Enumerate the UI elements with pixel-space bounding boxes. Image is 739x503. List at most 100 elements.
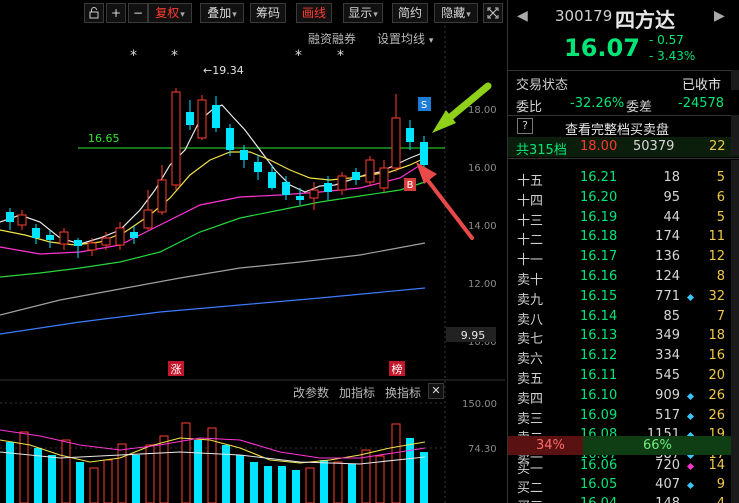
buy-row[interactable]: 买三16.041484 [508, 494, 739, 503]
volume-bar [278, 466, 286, 503]
status-row: 交易状态 已收市 [516, 78, 722, 93]
display-button[interactable]: 显示▾ [343, 3, 383, 23]
next-stock-icon[interactable]: ▶ [714, 8, 725, 24]
volume-bar [375, 455, 385, 503]
full-book-link: 查看完整档买卖盘 [565, 123, 670, 138]
sell-row[interactable]: 十二 16.18 174 11 [508, 227, 739, 248]
candle-body [115, 227, 125, 246]
volume-bar [420, 452, 428, 503]
order-dot-icon [686, 412, 695, 420]
set-ma-link[interactable]: 设置均线 ▾ [377, 30, 433, 47]
vol-tick: 150.00 [462, 399, 497, 410]
edit-params-link[interactable]: 改参数 [293, 384, 329, 401]
plus-icon[interactable]: + [106, 3, 126, 23]
volume-bar [117, 443, 127, 503]
order-dot-icon [686, 462, 695, 471]
close-icon[interactable]: ✕ [428, 383, 444, 399]
volume-bar [181, 422, 191, 503]
last-price: 16.07 [564, 34, 640, 62]
y-tick: 16.00 [468, 163, 497, 174]
sell-row[interactable]: 十五 16.21 18 5 [508, 168, 739, 189]
kline-chart[interactable]: * * * * ←19.34 16.65 18.00 16.00 14.00 1… [0, 26, 505, 503]
sell-row[interactable]: 卖六 16.12 334 16 [508, 346, 739, 367]
quote-panel: ◀ 300179 四方达 ▶ 16.07 - 0.57 - 3.43% 交易状态… [507, 0, 739, 503]
sell-row[interactable]: 卖十 16.16 124 8 [508, 267, 739, 288]
sell-row[interactable]: 卖四 16.10 909 26 [508, 386, 739, 407]
candle-body [157, 179, 167, 213]
volume-bar [61, 439, 71, 503]
marker-star: * [130, 48, 137, 64]
candle-body [212, 105, 220, 128]
volume-bar [305, 467, 315, 503]
volume-bar [391, 423, 401, 503]
sell-row[interactable]: 十三 16.19 44 5 [508, 208, 739, 229]
candle-body [379, 167, 389, 189]
sell-row[interactable]: 卖五 16.11 545 20 [508, 366, 739, 387]
volume-bar [264, 466, 272, 503]
volume-bar [19, 431, 29, 503]
marker-star: * [337, 48, 344, 64]
candle-body [46, 235, 54, 240]
full-book-row[interactable]: ? 查看完整档买卖盘 [508, 117, 739, 138]
fuquan-button[interactable]: 复权▾ [148, 3, 192, 23]
help-icon: ? [517, 118, 533, 134]
candle-body [143, 209, 153, 229]
volume-bar [89, 467, 99, 503]
s-badge: S [421, 100, 427, 111]
buy-row[interactable]: 买一 16.06 720 14 [508, 456, 739, 477]
candle-body [130, 232, 138, 238]
candle-body [268, 172, 276, 188]
ma-blue [0, 287, 426, 335]
candle-body [17, 214, 27, 226]
candle-body [309, 189, 319, 199]
volume-bar [132, 455, 140, 503]
add-indicator-link[interactable]: 加指标 [339, 384, 375, 401]
marker-star: * [171, 48, 178, 64]
minus-icon[interactable]: − [128, 3, 148, 23]
prev-stock-icon[interactable]: ◀ [517, 8, 528, 24]
hide-button[interactable]: 隐藏▾ [434, 3, 478, 23]
buy-row[interactable]: 买二 16.05 407 9 [508, 475, 739, 496]
total-row: 共315档 18.00 50379 22 [508, 137, 739, 158]
sell-row[interactable]: 十一 16.17 136 12 [508, 247, 739, 268]
sell-row[interactable]: 卖三 16.09 517 26 [508, 406, 739, 427]
simple-button[interactable]: 简约 [392, 3, 428, 23]
sell-row[interactable]: 十四 16.20 95 6 [508, 188, 739, 209]
chips-button[interactable]: 筹码 [250, 3, 286, 23]
candle-body [87, 242, 97, 251]
ma-lines [0, 104, 426, 335]
y-tick: 18.00 [468, 105, 497, 116]
marker-star: * [295, 48, 302, 64]
candle-body [420, 142, 428, 165]
volume-bar [320, 460, 328, 503]
lock-icon[interactable] [84, 3, 104, 23]
sell-row[interactable]: 卖八 16.14 85 7 [508, 307, 739, 328]
expand-icon[interactable] [483, 3, 503, 23]
candle-body [32, 228, 40, 238]
switch-indicator-link[interactable]: 换指标 [385, 384, 421, 401]
volume-bar [6, 442, 14, 503]
current-price-tag: 9.95 [461, 329, 486, 342]
chart-toolbar: + − 复权▾ 叠加▾ 筹码 画线 显示▾ 简约 隐藏▾ [0, 0, 505, 26]
draw-line-button[interactable]: 画线 [296, 3, 332, 23]
sell-row[interactable]: 卖七 16.13 349 18 [508, 326, 739, 347]
candle-body [101, 237, 111, 246]
stock-name: 四方达 [615, 8, 675, 32]
order-dot-icon [686, 392, 695, 400]
candle-body [337, 175, 347, 191]
overlay-button[interactable]: 叠加▾ [200, 3, 244, 23]
volume-bar [76, 462, 84, 503]
candle-body [282, 182, 290, 195]
volume-bar [406, 438, 414, 503]
margin-link[interactable]: 融资融券 [308, 30, 356, 47]
sell-row[interactable]: 卖九 16.15 771 32 [508, 287, 739, 308]
ma-gray [0, 242, 426, 316]
volume-bar [333, 461, 343, 503]
weibi-row: 委比 -32.26% 委差 -24578 [516, 96, 725, 115]
volume-bar [250, 462, 258, 503]
volume-bar [103, 459, 113, 503]
vol-tick: 74.30 [468, 444, 497, 455]
b-badge: B [407, 180, 414, 191]
candle-body [254, 162, 262, 172]
zhang-badge: 涨 [171, 363, 182, 376]
